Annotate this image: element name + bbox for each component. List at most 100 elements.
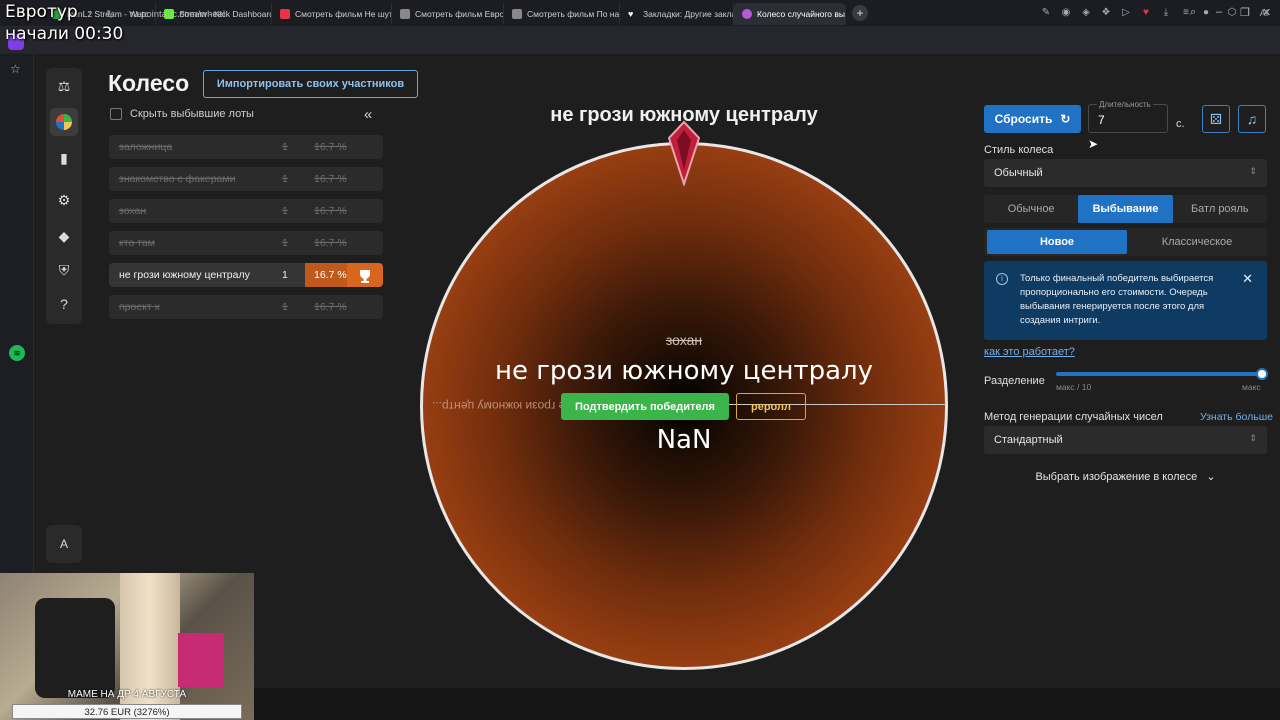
dice-icon[interactable]: ⚄ [1202,105,1230,133]
reload-icon[interactable]: ↻ [106,8,115,21]
tab-mode-elimination[interactable]: Выбывание [1078,195,1173,223]
lot-name: кто там [119,237,155,249]
rng-select[interactable]: Стандартный ⇕ [984,426,1267,454]
star-icon[interactable]: ☆ [10,62,21,76]
app-side-nav: ⚖ ▮ ⚙ ◆ ⛨ ? [46,68,82,324]
wheel-style-select[interactable]: Обычный ⇕ [984,159,1267,187]
hide-eliminated-label: Скрыть выбывшие лоты [130,108,254,120]
confirm-winner-button[interactable]: Подтвердить победителя [561,393,729,420]
browser-tab[interactable]: Смотреть фильм Евроту [392,3,504,25]
auction-icon[interactable]: ⚖ [50,72,78,100]
hide-eliminated-checkbox[interactable] [110,108,122,120]
profile-icon[interactable]: ● [1200,7,1212,19]
duration-label: Длительность [1097,100,1153,109]
browser-tab-active[interactable]: Колесо случайного выб [734,3,846,25]
browser-tab[interactable]: Смотреть фильм Не шут [272,3,392,25]
translate-icon[interactable]: A [50,530,78,558]
duration-unit: с. [1176,118,1185,130]
lot-row[interactable]: кто там 1 16.7 % [109,231,383,255]
tab-variant-new[interactable]: Новое [987,230,1127,254]
duration-input[interactable]: Длительность 7 [1088,100,1168,133]
lot-pct: 16.7 % [314,205,347,217]
split-max-caption: макс [1242,382,1261,392]
lot-name: проект х [119,301,160,313]
forward-icon[interactable]: › [88,8,92,20]
donation-goal: 32.76 EUR (3276%) [12,704,242,719]
tab-mode-battle-royale[interactable]: Батл рояль [1173,195,1267,223]
close-icon[interactable]: ✕ [1242,271,1253,287]
download-icon[interactable]: ⤓ [1160,7,1172,19]
split-slider-thumb[interactable] [1256,368,1268,380]
new-tab-button[interactable]: + [852,5,868,21]
maximize-icon[interactable]: ❐ [1240,6,1250,19]
bottom-strip [254,688,1280,720]
hide-eliminated-toggle[interactable]: Скрыть выбывшие лоты [110,108,254,120]
edit-icon[interactable]: ✎ [1040,7,1052,19]
lot-pct: 16.7 % [314,237,347,249]
layers-icon[interactable]: ◆ [50,222,78,250]
lot-name: зохан [119,205,147,217]
heart-icon: ♥ [628,9,634,19]
tab-mode-normal[interactable]: Обычное [984,195,1078,223]
webcam-gift-bag [178,633,224,687]
how-it-works-link[interactable]: как это работает? [984,346,1075,358]
tab-variant-classic[interactable]: Классическое [1127,228,1267,256]
wheel-icon[interactable] [50,108,78,136]
lot-row-winner[interactable]: не грози южному централу 1 16.7 % [109,263,383,287]
mouse-cursor-icon: ➤ [1088,137,1099,151]
winner-amount: NaN [656,425,712,455]
info-icon: i [996,273,1008,285]
cube-icon[interactable]: ⬡ [1226,7,1238,19]
refresh-icon: ↻ [1060,112,1071,126]
gear-icon[interactable]: ⚙ [50,186,78,214]
tab-favicon-icon [400,9,410,19]
shield-check-icon[interactable]: ⛨ [50,256,78,284]
wheel-style-label: Стиль колеса [984,144,1054,156]
menu-icon[interactable]: ≡ [1180,7,1192,19]
help-icon[interactable]: ? [50,290,78,318]
app-side-nav-bottom: A [46,525,82,563]
stats-icon[interactable]: ▮ [50,144,78,172]
lot-row[interactable]: проект х 1 16.7 % [109,295,383,319]
lot-qty: 1 [282,173,288,185]
collapse-icon[interactable]: « [364,106,372,123]
select-arrows-icon: ⇕ [1249,166,1257,176]
camera-icon[interactable]: ◉ [1060,7,1072,19]
lot-row[interactable]: знакомство с факерами 1 16.7 % [109,167,383,191]
heart-icon[interactable]: ♥ [1140,7,1152,19]
reset-button[interactable]: Сбросить ↻ [984,105,1081,133]
reroll-button[interactable]: реролл [736,393,806,420]
lot-row[interactable]: заложница 1 16.7 % [109,135,383,159]
page-title: Колесо [108,70,190,96]
browser-tab[interactable]: ♥ Закладки: Другие заклад [620,3,734,25]
minimize-icon[interactable]: – [1216,6,1222,18]
duration-value: 7 [1098,113,1105,127]
rng-label: Метод генерации случайных чисел [984,411,1163,423]
spotify-icon[interactable]: ≋ [9,345,25,361]
browser-tab[interactable]: Смотреть фильм По нак [504,3,620,25]
tab-favicon-icon [742,9,752,19]
stream-overlay-line1: Евротур [5,2,78,22]
reset-label: Сбросить [994,112,1053,126]
music-icon[interactable]: ♫ [1238,105,1266,133]
lot-row[interactable]: зохан 1 16.7 % [109,199,383,223]
variant-tabs: Новое Классическое [984,228,1267,256]
import-participants-button[interactable]: Импортировать своих участников [203,70,418,98]
image-picker-toggle[interactable]: Выбрать изображение в колесе ⌄ [984,470,1267,483]
shield-icon[interactable]: ◈ [1080,7,1092,19]
wheel-pointer-icon [667,120,701,186]
extension-icon[interactable]: ❖ [1100,7,1112,19]
url-field[interactable]: ru.pointauc.com/wheel [130,9,225,20]
eliminated-lot-label: зохан [665,332,703,348]
ai-icon[interactable]: AI [1254,7,1274,19]
rng-learn-more-link[interactable]: Узнать больше [1200,411,1273,423]
winner-badge [347,263,383,287]
lot-pct: 16.7 % [314,301,347,313]
split-min-caption: макс / 10 [1056,382,1092,392]
lot-qty: 1 [282,205,288,217]
info-alert: i Только финальный победитель выбирается… [984,261,1267,340]
play-icon[interactable]: ▷ [1120,7,1132,19]
split-slider-track[interactable] [1056,372,1262,376]
rng-value: Стандартный [994,434,1063,446]
lot-name: знакомство с факерами [119,173,236,185]
